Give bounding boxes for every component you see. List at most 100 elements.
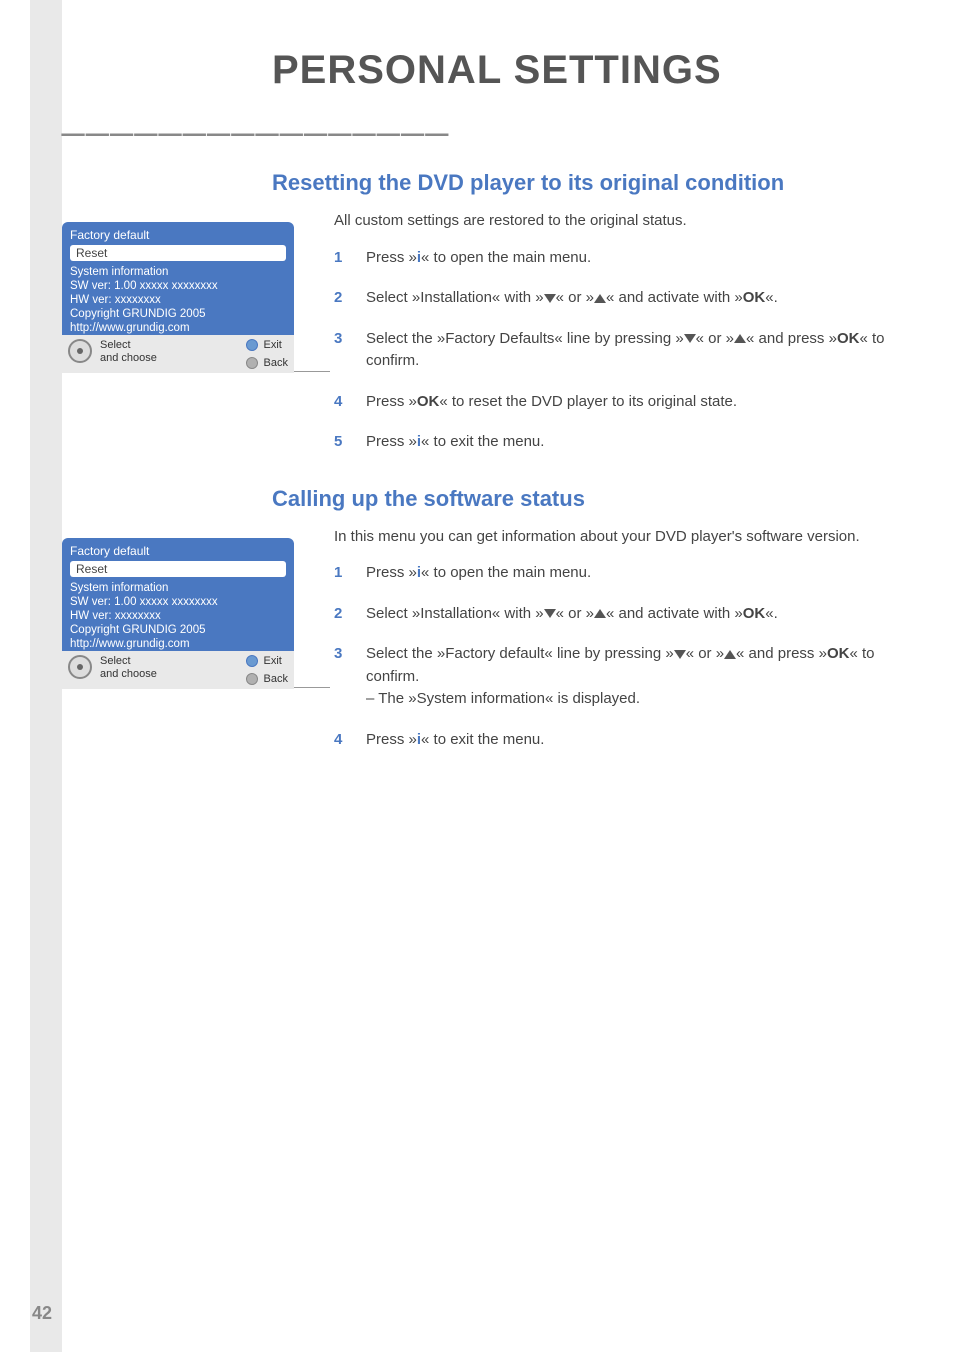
down-arrow-icon <box>674 650 686 659</box>
osd-line: HW ver: xxxxxxxx <box>62 609 294 623</box>
section-intro-reset: All custom settings are restored to the … <box>334 210 954 233</box>
t: Exit <box>264 655 282 667</box>
osd-line: http://www.grundig.com <box>62 637 294 651</box>
step1-2: 2 Select »Installation« with »« or »« an… <box>334 287 954 310</box>
t: Press » <box>366 433 417 450</box>
osd-reset-row: Reset <box>70 245 286 261</box>
t: Press » <box>366 564 417 581</box>
osd-title: Factory default <box>62 228 294 245</box>
osd-footer: Select and choose Exit Back <box>62 651 294 689</box>
osd-line: System information <box>62 581 294 595</box>
t: « and press » <box>736 645 827 662</box>
down-arrow-icon <box>544 294 556 303</box>
info-circle-icon <box>246 339 258 351</box>
osd-line: Copyright GRUNDIG 2005 <box>62 623 294 637</box>
t: « and press » <box>746 330 837 347</box>
step1-1: 1 Press »i« to open the main menu. <box>334 247 954 270</box>
osd-line: http://www.grundig.com <box>62 321 294 335</box>
t: « to exit the menu. <box>421 731 544 748</box>
step1-4: 4 Press »OK« to reset the DVD player to … <box>334 391 954 414</box>
t: Press » <box>366 249 417 266</box>
osd-footer-right: Exit Back <box>246 339 288 369</box>
step-num: 3 <box>334 643 348 711</box>
title-underline: ________________ <box>62 93 450 137</box>
t: « or » <box>556 605 594 622</box>
step-num: 1 <box>334 562 348 585</box>
connector-line <box>294 687 330 688</box>
osd-footer-right: Exit Back <box>246 655 288 685</box>
step-text: Select the »Factory default« line by pre… <box>366 643 954 711</box>
t: Back <box>264 673 288 685</box>
section-intro-sw: In this menu you can get information abo… <box>334 526 954 549</box>
t: « to exit the menu. <box>421 433 544 450</box>
step-text: Press »i« to open the main menu. <box>366 247 954 270</box>
connector-line <box>294 371 330 372</box>
step2-3: 3 Select the »Factory default« line by p… <box>334 643 954 711</box>
t: «. <box>765 605 778 622</box>
osd-line: HW ver: xxxxxxxx <box>62 293 294 307</box>
back-circle-icon <box>246 673 258 685</box>
ok-text: OK <box>417 393 440 410</box>
step-num: 5 <box>334 431 348 454</box>
t: « and activate with » <box>606 605 743 622</box>
ok-text: OK <box>743 605 766 622</box>
t: Select the »Factory Defaults« line by pr… <box>366 330 684 347</box>
osd-footer-left: Select and choose <box>100 655 238 681</box>
ok-text: OK <box>827 645 850 662</box>
up-arrow-icon <box>724 650 736 659</box>
osd-title: Factory default <box>62 544 294 561</box>
step-text: Select the »Factory Defaults« line by pr… <box>366 328 954 373</box>
step-num: 2 <box>334 603 348 626</box>
sub-note: – The »System information« is displayed. <box>366 690 640 707</box>
osd-reset-row: Reset <box>70 561 286 577</box>
osd-line: SW ver: 1.00 xxxxx xxxxxxxx <box>62 279 294 293</box>
ok-text: OK <box>837 330 860 347</box>
step-text: Select »Installation« with » « or » « and … <box>366 287 954 310</box>
osd-screenshot-1: Factory default Reset System information… <box>62 222 294 373</box>
step2-2: 2 Select »Installation« with » « or » « an… <box>334 603 954 626</box>
step-num: 4 <box>334 729 348 752</box>
step1-5: 5 Press »i« to exit the menu. <box>334 431 954 454</box>
t: « to open the main menu. <box>421 564 591 581</box>
step-text: Press »OK« to reset the DVD player to it… <box>366 391 954 414</box>
page-number: 42 <box>32 1303 52 1324</box>
osd-footer-left: Select and choose <box>100 339 238 365</box>
step-text: Select »Installation« with » « or » « and … <box>366 603 954 626</box>
t: Select »Installation« with » <box>366 605 544 622</box>
up-arrow-icon <box>734 334 746 343</box>
t: « or » <box>686 645 724 662</box>
osd-line: SW ver: 1.00 xxxxx xxxxxxxx <box>62 595 294 609</box>
step-num: 1 <box>334 247 348 270</box>
down-arrow-icon <box>544 609 556 618</box>
step-num: 4 <box>334 391 348 414</box>
step-text: Press »i« to open the main menu. <box>366 562 954 585</box>
page-title: PERSONAL SETTINGS ________________ <box>62 48 954 138</box>
t: Select »Installation« with » <box>366 289 544 306</box>
section-heading-sw: Calling up the software status <box>272 486 954 512</box>
section-heading-reset: Resetting the DVD player to its original… <box>272 170 954 196</box>
osd-line: Copyright GRUNDIG 2005 <box>62 307 294 321</box>
t: Press » <box>366 731 417 748</box>
t: Select <box>100 339 131 351</box>
up-arrow-icon <box>594 609 606 618</box>
t: « to reset the DVD player to its origina… <box>439 393 737 410</box>
step-text: Press »i« to exit the menu. <box>366 431 954 454</box>
nav-dpad-icon <box>68 339 92 363</box>
back-circle-icon <box>246 357 258 369</box>
t: « and activate with » <box>606 289 743 306</box>
t: « to open the main menu. <box>421 249 591 266</box>
t: and choose <box>100 668 157 680</box>
t: Exit <box>264 339 282 351</box>
osd-screenshot-2: Factory default Reset System information… <box>62 538 294 689</box>
step-list-1: 1 Press »i« to open the main menu. 2 Sel… <box>334 247 954 454</box>
main-title-text: PERSONAL SETTINGS <box>272 48 722 92</box>
step2-1: 1 Press »i« to open the main menu. <box>334 562 954 585</box>
osd-footer: Select and choose Exit Back <box>62 335 294 373</box>
info-circle-icon <box>246 655 258 667</box>
t: « or » <box>556 289 594 306</box>
ok-text: OK <box>743 289 766 306</box>
t: Select <box>100 655 131 667</box>
nav-dpad-icon <box>68 655 92 679</box>
step-text: Press »i« to exit the menu. <box>366 729 954 752</box>
t: «. <box>765 289 778 306</box>
